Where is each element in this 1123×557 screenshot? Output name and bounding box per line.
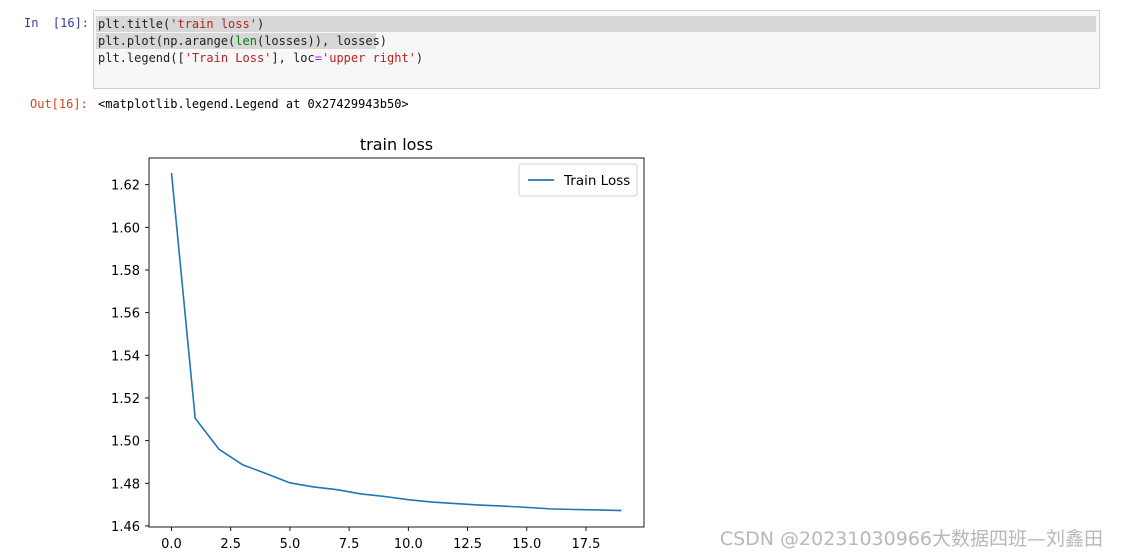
cell-output-text: <matplotlib.legend.Legend at 0x27429943b…	[98, 97, 409, 111]
series-line-train-loss	[170, 172, 622, 512]
y-tick-label: 1.48	[111, 477, 140, 492]
input-prompt: In [16]:	[24, 16, 90, 30]
code-line: plt.plot(np.arange(len(losses)), losses)	[98, 34, 388, 48]
x-tick-label: 2.5	[220, 537, 241, 552]
y-tick-label: 1.58	[111, 264, 140, 279]
x-tick-label: 12.5	[453, 537, 482, 552]
y-tick-label: 1.52	[111, 392, 140, 407]
y-tick-label: 1.60	[111, 221, 140, 236]
x-tick-label: 17.5	[571, 537, 600, 552]
x-tick-label: 5.0	[280, 537, 301, 552]
output-prompt: Out[16]:	[30, 97, 88, 111]
code-line: plt.title('train loss')	[98, 17, 265, 31]
code-cell-editor[interactable]: plt.title('train loss') plt.plot(np.aran…	[93, 10, 1100, 89]
legend-label: Train Loss	[563, 173, 630, 189]
x-tick-label: 0.0	[161, 537, 182, 552]
x-tick-label: 15.0	[512, 537, 541, 552]
y-tick-label: 1.56	[111, 307, 140, 322]
y-tick-label: 1.50	[111, 435, 140, 450]
chart-title: train loss	[360, 135, 433, 154]
x-tick-label: 7.5	[339, 537, 360, 552]
code-line: plt.legend(['Train Loss'], loc='upper ri…	[98, 51, 424, 65]
y-tick-label: 1.62	[111, 179, 140, 194]
loss-chart: train loss 0.0 2.5 5.0 7.5 10.0 12.5 15.0 17.5 1.…	[111, 135, 645, 552]
y-tick-label: 1.46	[111, 520, 140, 535]
y-tick-label: 1.54	[111, 349, 140, 364]
watermark: CSDN @20231030966大数据四班—刘鑫田	[719, 528, 1103, 550]
plot-frame	[148, 157, 645, 528]
x-tick-label: 10.0	[394, 537, 423, 552]
